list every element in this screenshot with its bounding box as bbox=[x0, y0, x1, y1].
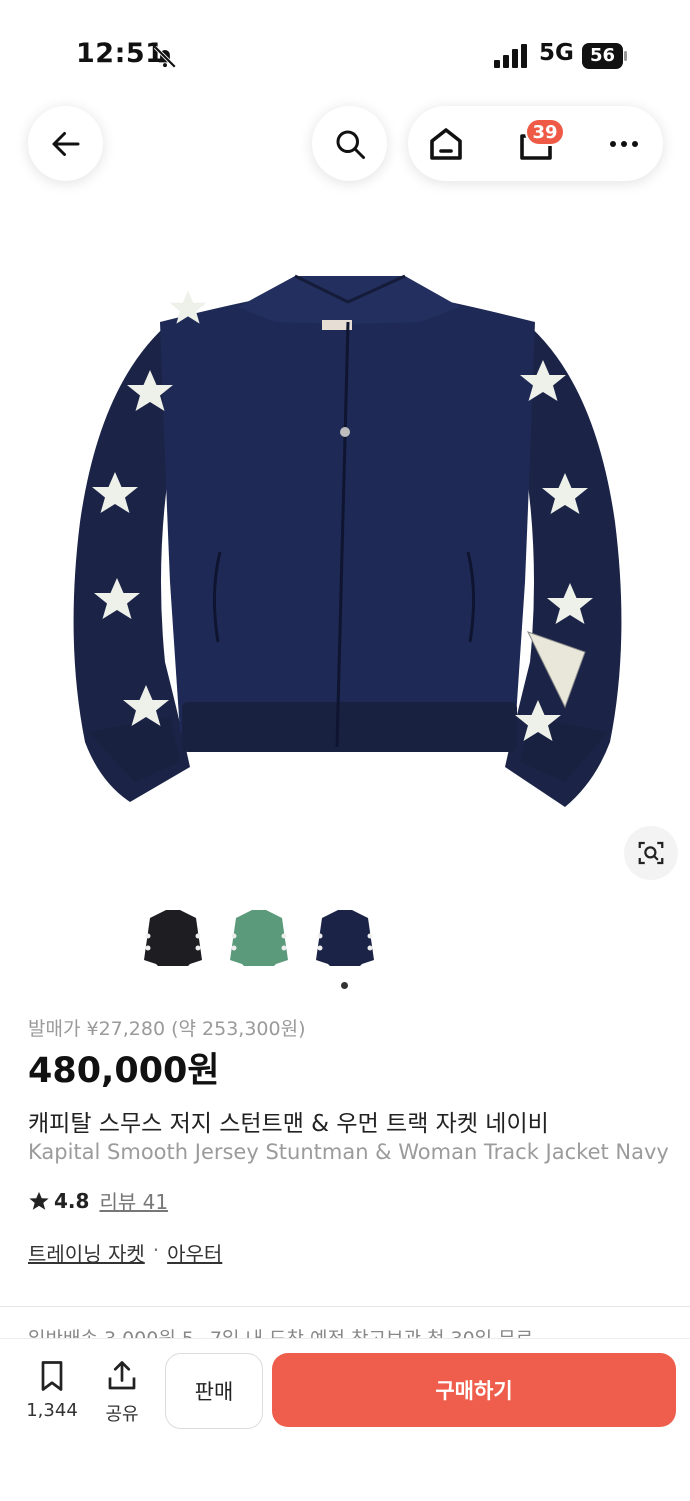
selected-thumbnail-indicator bbox=[341, 982, 348, 989]
image-search-button[interactable] bbox=[624, 826, 678, 880]
share-icon bbox=[108, 1361, 136, 1390]
cart-count-badge: 39 bbox=[525, 118, 565, 146]
product-name-korean: 캐피탈 스무스 저지 스턴트맨 & 우먼 트랙 자켓 네이비 bbox=[28, 1111, 549, 1137]
star-icon bbox=[29, 1191, 49, 1210]
review-link[interactable]: 리뷰 41 bbox=[99, 1186, 168, 1215]
signal-icon bbox=[494, 44, 527, 68]
home-icon bbox=[430, 128, 462, 160]
arrow-left-icon bbox=[52, 131, 79, 156]
rating-value: 4.8 bbox=[54, 1188, 90, 1213]
product-price: 480,000원 bbox=[28, 1051, 220, 1091]
product-name-english: Kapital Smooth Jersey Stuntman & Woman T… bbox=[28, 1140, 668, 1164]
save-count: 1,344 bbox=[26, 1400, 78, 1421]
network-label: 5G bbox=[539, 40, 574, 66]
save-button[interactable]: 1,344 bbox=[22, 1358, 82, 1428]
category-link-training-jacket[interactable]: 트레이닝 자켓 bbox=[28, 1238, 145, 1267]
more-button[interactable] bbox=[600, 120, 648, 168]
thumbnail-black[interactable] bbox=[136, 900, 210, 974]
bell-off-icon bbox=[153, 45, 177, 69]
thumbnail-navy[interactable] bbox=[308, 900, 382, 974]
section-divider bbox=[0, 1306, 690, 1307]
buy-button[interactable]: 구매하기 bbox=[272, 1353, 676, 1427]
release-price: 발매가 ¥27,280 (약 253,300원) bbox=[28, 1018, 306, 1040]
category-separator: · bbox=[152, 1238, 160, 1262]
rating-row: 4.8 리뷰 41 bbox=[28, 1186, 168, 1215]
back-button[interactable] bbox=[28, 106, 103, 181]
battery-level: 56 bbox=[589, 45, 616, 66]
bookmark-icon bbox=[41, 1361, 63, 1391]
more-dots-icon bbox=[610, 141, 638, 147]
sell-button[interactable]: 판매 bbox=[165, 1353, 263, 1429]
category-links: 트레이닝 자켓 · 아우터 bbox=[28, 1238, 222, 1267]
lens-search-icon bbox=[638, 841, 664, 865]
search-button[interactable] bbox=[312, 106, 387, 181]
thumbnail-green[interactable] bbox=[222, 900, 296, 974]
share-button[interactable]: 공유 bbox=[94, 1358, 150, 1428]
shipping-info[interactable]: 일반배송 3,000원 5~7일 내 도착 예정 창고보관 첫 30일 무료 bbox=[28, 1324, 668, 1338]
category-link-outer[interactable]: 아우터 bbox=[167, 1238, 222, 1267]
home-button[interactable] bbox=[422, 120, 470, 168]
share-label: 공유 bbox=[105, 1404, 139, 1425]
battery-icon: 56 bbox=[582, 43, 628, 69]
search-icon bbox=[336, 130, 365, 159]
product-image[interactable] bbox=[60, 262, 635, 822]
